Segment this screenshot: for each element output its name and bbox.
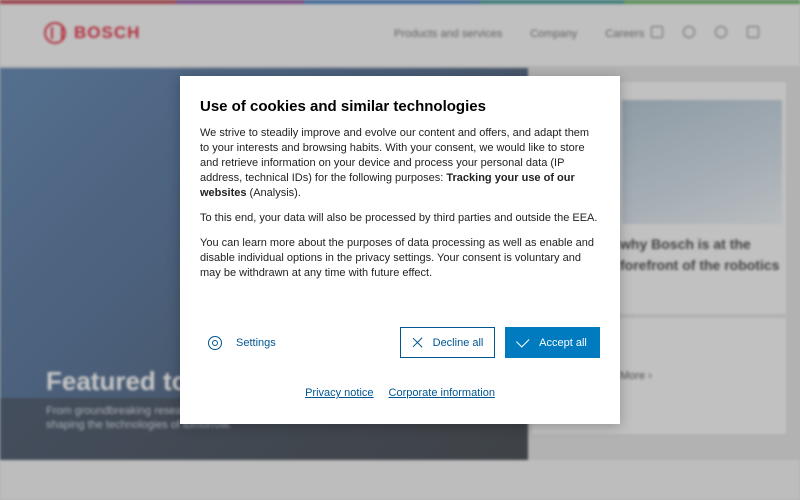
dialog-paragraph-3: You can learn more about the purposes of… [200, 237, 595, 279]
accept-all-button[interactable]: Accept all [505, 327, 600, 358]
corporate-information-link[interactable]: Corporate information [389, 387, 495, 399]
close-icon [412, 337, 423, 348]
decline-label: Decline all [432, 336, 484, 349]
cookie-dialog: Use of cookies and similar technologies … [180, 76, 620, 424]
dialog-title: Use of cookies and similar technologies [200, 98, 486, 115]
accept-label: Accept all [539, 336, 587, 349]
dialog-body: We strive to steadily improve and evolve… [200, 126, 600, 291]
p1-end: (Analysis). [246, 187, 301, 199]
settings-button[interactable]: Settings [208, 328, 276, 358]
decline-all-button[interactable]: Decline all [400, 327, 495, 358]
gear-icon [208, 336, 222, 350]
check-icon [516, 333, 530, 348]
dialog-links: Privacy notice Corporate information [180, 387, 620, 399]
dialog-paragraph-1: We strive to steadily improve and evolve… [200, 126, 600, 201]
dialog-paragraph-2: To this end, your data will also be proc… [200, 212, 598, 224]
settings-label: Settings [236, 337, 276, 349]
privacy-notice-link[interactable]: Privacy notice [305, 387, 373, 399]
